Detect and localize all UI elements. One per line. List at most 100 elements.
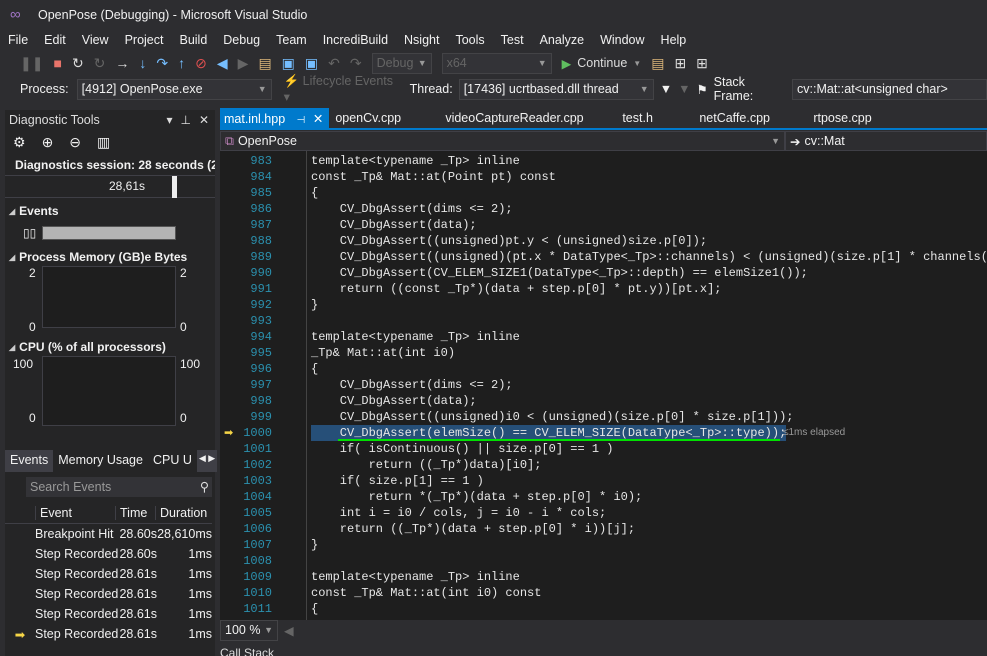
filter-icon[interactable]: ▼ bbox=[660, 82, 672, 96]
menu-tools[interactable]: Tools bbox=[447, 33, 492, 47]
select-timeline-icon[interactable]: ▥ bbox=[97, 134, 110, 150]
clear-filter-icon[interactable]: ▼ bbox=[678, 82, 690, 96]
menu-project[interactable]: Project bbox=[117, 33, 172, 47]
event-row[interactable]: Step Recorded 28.60s 1ms bbox=[5, 544, 212, 564]
event-duration: 1ms bbox=[188, 607, 212, 621]
menu-view[interactable]: View bbox=[74, 33, 117, 47]
event-row[interactable]: Step Recorded 28.61s 1ms bbox=[5, 564, 212, 584]
tab-videocapturereader-cpp[interactable]: videoCaptureReader.cpp bbox=[445, 108, 622, 128]
code-text: return ((_Tp*)(data + step.p[0] * i))[j]… bbox=[311, 522, 636, 536]
menu-incredibuild[interactable]: IncrediBuild bbox=[315, 33, 396, 47]
tab-mat-inl-hpp[interactable]: mat.inl.hpp ⊣ ✕ bbox=[220, 108, 330, 128]
column-event[interactable]: Event bbox=[35, 505, 115, 520]
close-icon[interactable]: ✕ bbox=[199, 113, 209, 127]
tab-netcaffe-cpp[interactable]: netCaffe.cpp bbox=[699, 108, 813, 128]
scope-select[interactable]: ➔ cv::Mat bbox=[785, 131, 987, 151]
column-time[interactable]: Time bbox=[115, 505, 155, 520]
thread-select[interactable]: [17436] ucrtbased.dll thread ▼ bbox=[458, 78, 654, 100]
code-line: 1010 const _Tp& Mat::at(int i0) const bbox=[220, 585, 987, 601]
lifecycle-events-button[interactable]: ⚡ Lifecycle Events ▾ bbox=[284, 74, 400, 104]
close-tab-icon[interactable]: ✕ bbox=[313, 112, 323, 126]
events-track[interactable] bbox=[42, 226, 176, 240]
pin-icon[interactable]: ⊣ bbox=[297, 115, 306, 126]
search-events-input[interactable]: Search Events ⚲ bbox=[26, 477, 212, 497]
timeline-ruler[interactable]: 28,61s bbox=[5, 176, 215, 198]
save-icon[interactable]: ▣ bbox=[282, 55, 295, 72]
code-line: 987 CV_DbgAssert(data); bbox=[220, 217, 987, 233]
process-select[interactable]: [4912] OpenPose.exe ▼ bbox=[76, 78, 272, 100]
zoom-select[interactable]: 100 % ▼ bbox=[220, 619, 278, 641]
menu-help[interactable]: Help bbox=[653, 33, 695, 47]
step-over-icon[interactable]: ↷ bbox=[156, 55, 168, 72]
tab-events[interactable]: Events bbox=[5, 450, 54, 472]
tab-cpu-usage[interactable]: CPU U bbox=[148, 450, 197, 472]
tab-memory-usage[interactable]: Memory Usage bbox=[53, 450, 148, 472]
settings-gear-icon[interactable]: ⚙ bbox=[13, 134, 26, 150]
zoom-out-icon[interactable]: ⊖ bbox=[69, 134, 81, 150]
open-file-icon[interactable]: ▤ bbox=[258, 55, 271, 72]
line-number: 1004 bbox=[243, 490, 272, 504]
code-text: CV_DbgAssert((unsigned)pt.y < (unsigned)… bbox=[311, 234, 708, 248]
tab-test-h[interactable]: test.h bbox=[622, 108, 699, 128]
pause-icon[interactable]: ▯▯ bbox=[23, 226, 36, 240]
build-solution-icon[interactable]: ⊞ bbox=[696, 55, 708, 72]
redo-icon[interactable]: ↷ bbox=[350, 55, 362, 72]
navigate-back-icon[interactable]: ◀ bbox=[217, 55, 228, 72]
step-into-icon[interactable]: ↓ bbox=[139, 55, 146, 71]
undo-icon[interactable]: ↶ bbox=[328, 55, 340, 72]
code-text: _Tp& Mat::at(int i0) bbox=[311, 346, 456, 360]
find-in-files-icon[interactable]: ▤ bbox=[651, 55, 664, 72]
menu-edit[interactable]: Edit bbox=[36, 33, 74, 47]
scroll-left-icon[interactable]: ◀ bbox=[284, 623, 294, 638]
memory-axis-max-right: 2 bbox=[180, 266, 187, 280]
zoom-in-icon[interactable]: ⊕ bbox=[42, 134, 54, 150]
standard-toolbar: ❚❚ ■ ↻ ↻ → ↓ ↷ ↑ ⊘ ◀ ▶ ▤ ▣ ▣ ↶ ↷ Debug ▼ … bbox=[0, 50, 987, 76]
event-row[interactable]: Step Recorded 28.61s 1ms bbox=[5, 584, 212, 604]
event-row[interactable]: Breakpoint Hit 28.60s 28,610ms bbox=[5, 524, 212, 544]
code-editor[interactable]: 983 template<typename _Tp> inline 984 const… bbox=[220, 151, 987, 620]
search-icon[interactable]: ⚲ bbox=[200, 479, 209, 494]
menu-build[interactable]: Build bbox=[171, 33, 215, 47]
menu-debug[interactable]: Debug bbox=[215, 33, 268, 47]
menu-analyze[interactable]: Analyze bbox=[532, 33, 592, 47]
apply-code-changes-icon[interactable]: ↻ bbox=[94, 55, 106, 72]
line-number: 1002 bbox=[243, 458, 272, 472]
menu-window[interactable]: Window bbox=[592, 33, 652, 47]
configuration-select[interactable]: Debug ▼ bbox=[371, 52, 432, 74]
dropdown-icon[interactable]: ▾ bbox=[166, 113, 172, 127]
navigate-forward-icon[interactable]: ▶ bbox=[238, 55, 249, 72]
tab-scroll-arrows-icon[interactable]: ◀ ▶ bbox=[196, 450, 218, 472]
flag-icon[interactable]: ⚑ bbox=[696, 82, 707, 97]
platform-select[interactable]: x64 ▼ bbox=[441, 52, 552, 74]
tab-opencv-cpp[interactable]: openCv.cpp bbox=[335, 108, 445, 128]
tab-rtpose-cpp[interactable]: rtpose.cpp bbox=[813, 108, 871, 128]
stack-frame-select[interactable]: cv::Mat::at<unsigned char> bbox=[792, 78, 987, 100]
code-line: 988 CV_DbgAssert((unsigned)pt.y < (unsig… bbox=[220, 233, 987, 249]
pin-icon[interactable]: ⊥ bbox=[180, 113, 190, 127]
line-number: 1006 bbox=[243, 522, 272, 536]
event-row[interactable]: ➡ Step Recorded 28.61s 1ms bbox=[5, 624, 212, 644]
timeline-cursor[interactable] bbox=[172, 176, 177, 198]
menu-team[interactable]: Team bbox=[268, 33, 315, 47]
code-line: 992} bbox=[220, 297, 987, 313]
stop-icon[interactable]: ■ bbox=[53, 55, 61, 71]
build-icon[interactable]: ⊞ bbox=[674, 55, 686, 72]
breakpoint-icon[interactable]: ⊘ bbox=[195, 55, 207, 72]
code-line: 1008 bbox=[220, 553, 987, 569]
event-row[interactable]: Step Recorded 28.61s 1ms bbox=[5, 604, 212, 624]
save-all-icon[interactable]: ▣ bbox=[305, 55, 318, 72]
column-duration[interactable]: Duration bbox=[155, 505, 212, 520]
code-text: template<typename _Tp> inline bbox=[311, 570, 520, 584]
restart-icon[interactable]: ↻ bbox=[72, 55, 84, 72]
menu-test[interactable]: Test bbox=[493, 33, 532, 47]
step-out-icon[interactable]: ↑ bbox=[178, 55, 185, 71]
continue-button[interactable]: ▶ Continue ▼ bbox=[562, 56, 642, 71]
menu-file[interactable]: File bbox=[0, 33, 36, 47]
menu-nsight[interactable]: Nsight bbox=[396, 33, 447, 47]
project-select[interactable]: ⧉ OpenPose ▼ bbox=[220, 131, 785, 151]
break-all-icon[interactable]: ❚❚ bbox=[20, 55, 43, 72]
perftip[interactable]: ≤1ms elapsed bbox=[783, 425, 845, 441]
event-name: Step Recorded bbox=[35, 607, 119, 621]
code-line: 996 { bbox=[220, 361, 987, 377]
show-next-statement-icon[interactable]: → bbox=[115, 55, 129, 71]
